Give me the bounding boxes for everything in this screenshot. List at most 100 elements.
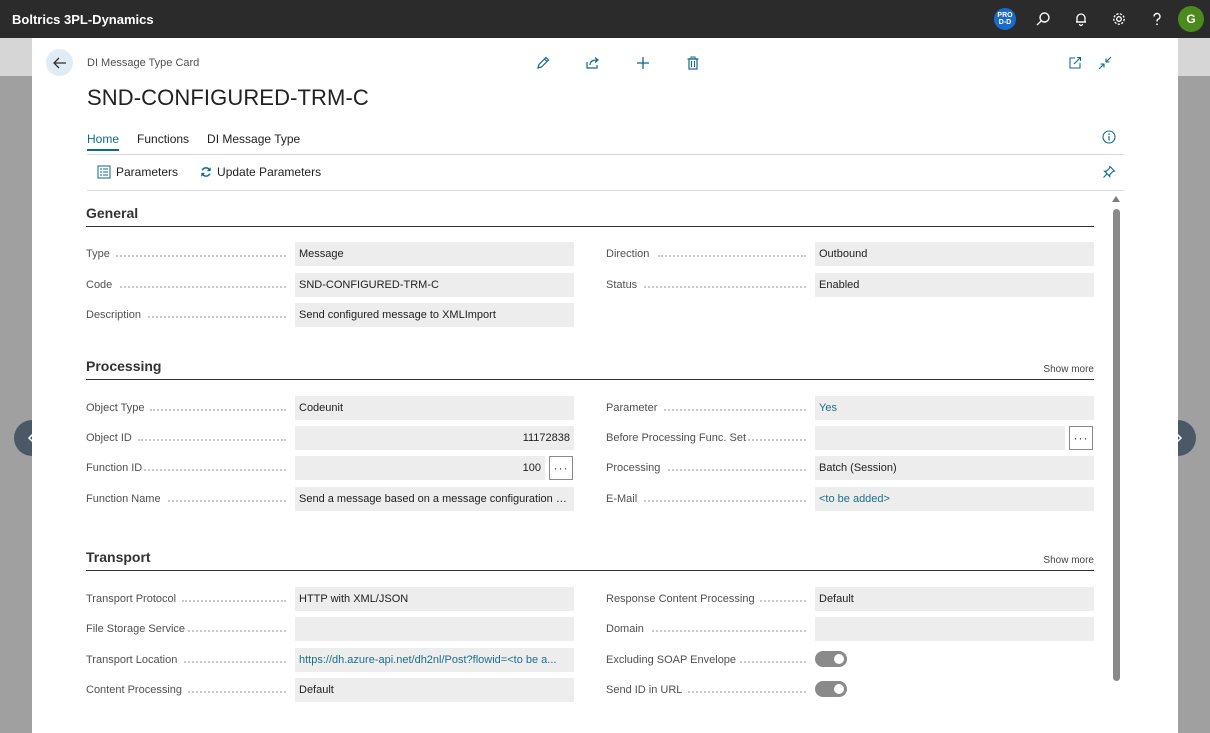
section-transport-title[interactable]: Transport [86,549,151,565]
refresh-icon [201,167,211,177]
dot-leader [740,661,806,663]
trash-icon [687,56,699,70]
scroll-up-arrow[interactable] [1112,196,1120,202]
field-label: Transport Location [86,654,178,666]
field-status: Status Enabled [606,273,1094,297]
edit-button[interactable] [518,52,568,74]
content-processing-value[interactable]: Default [295,678,574,702]
tab-di-message-type[interactable]: DI Message Type [207,132,300,151]
field-label: File Storage Service [86,623,186,635]
field-processing: Processing Batch (Session) [606,456,1094,480]
field-function-name: Function Name Send a message based on a … [86,487,574,511]
page-title: SND-CONFIGURED-TRM-C [87,85,369,110]
type-value[interactable]: Message [295,242,574,266]
field-label: Description [86,309,142,321]
dot-leader [664,409,806,411]
dot-leader [116,255,286,257]
transport-location-value[interactable]: https://dh.azure-api.net/dh2nl/Post?flow… [295,648,574,672]
dot-leader [760,600,806,602]
dot-leader [182,600,286,602]
update-parameters-label: Update Parameters [217,165,322,179]
bell-icon[interactable] [1062,0,1100,38]
tab-functions[interactable]: Functions [137,132,189,151]
field-content-processing: Content Processing Default [86,678,574,702]
section-general-title[interactable]: General [86,205,138,221]
description-value[interactable]: Send configured message to XMLImport [295,303,574,327]
dot-leader [150,409,286,411]
send-id-toggle[interactable] [815,681,847,697]
dot-leader [748,439,806,441]
share-button[interactable] [568,52,618,74]
tabs-divider [87,154,1124,155]
field-parameter: Parameter Yes [606,396,1094,420]
direction-value[interactable]: Outbound [815,242,1094,266]
environment-badge[interactable]: PRO D-D [986,0,1024,38]
search-icon[interactable] [1024,0,1062,38]
file-storage-value[interactable] [295,617,574,641]
field-label: Domain [606,623,644,635]
dot-leader [668,469,806,471]
field-label: Object ID [86,432,132,444]
field-send-id-in-url: Send ID in URL [606,678,1094,702]
status-value[interactable]: Enabled [815,273,1094,297]
field-transport-protocol: Transport Protocol HTTP with XML/JSON [86,587,574,611]
scrollbar-thumb[interactable] [1113,209,1120,681]
transport-protocol-value[interactable]: HTTP with XML/JSON [295,587,574,611]
parameters-action[interactable]: Parameters [97,165,178,179]
section-transport: Transport Show more [86,545,1094,571]
arrow-left-icon [52,57,66,68]
excluding-soap-toggle[interactable] [815,651,847,667]
field-label: Function ID [86,462,143,474]
collapse-button[interactable] [1090,54,1120,72]
transport-show-more[interactable]: Show more [1043,555,1094,566]
dot-leader [688,691,806,693]
function-name-value[interactable]: Send a message based on a message config… [295,487,574,511]
parameter-value[interactable]: Yes [815,396,1094,420]
field-label: Object Type [86,402,145,414]
before-processing-value[interactable] [815,426,1065,450]
back-button[interactable] [46,49,73,76]
dot-leader [188,691,286,693]
code-value[interactable]: SND-CONFIGURED-TRM-C [295,273,574,297]
field-object-id: Object ID 11172838 [86,426,574,450]
parameters-label: Parameters [116,165,179,179]
pin-icon[interactable] [1102,165,1116,182]
badge-line2: D-D [998,19,1012,26]
update-parameters-action[interactable]: Update Parameters [200,165,321,179]
processing-show-more[interactable]: Show more [1043,364,1094,375]
processing-value[interactable]: Batch (Session) [815,456,1094,480]
object-type-value[interactable]: Codeunit [295,396,574,420]
email-value[interactable]: <to be added> [815,487,1094,511]
dot-leader [144,469,286,471]
field-label: Type [86,248,110,260]
function-id-lookup-button[interactable]: ··· [549,456,573,480]
list-icon [97,165,111,179]
object-id-value[interactable]: 11172838 [295,426,574,450]
dot-leader [120,286,286,288]
function-id-value[interactable]: 100 [295,456,545,480]
response-content-value[interactable]: Default [815,587,1094,611]
gear-icon[interactable] [1100,0,1138,38]
info-icon[interactable] [1102,130,1116,147]
collapse-icon [1098,56,1112,70]
dot-leader [188,630,286,632]
help-icon[interactable] [1138,0,1176,38]
actionbar-divider [87,190,1124,191]
tab-home[interactable]: Home [87,132,120,151]
field-label: Parameter [606,402,658,414]
app-title[interactable]: Boltrics 3PL-Dynamics [12,12,154,27]
field-label: Code [86,279,113,291]
field-domain: Domain [606,617,1094,641]
delete-button[interactable] [668,52,718,74]
message-type-card: DI Message Type Card SND-CONFIGURED-TRM-… [32,38,1178,733]
open-new-window-button[interactable] [1060,54,1090,72]
before-processing-lookup-button[interactable]: ··· [1069,426,1093,450]
field-label: Before Processing Func. Set [606,432,747,444]
domain-value[interactable] [815,617,1094,641]
section-processing-title[interactable]: Processing [86,358,161,374]
field-code: Code SND-CONFIGURED-TRM-C [86,273,574,297]
new-button[interactable] [618,52,668,74]
dot-leader [168,500,286,502]
avatar[interactable]: G [1178,6,1204,32]
field-type: Type Message [86,242,574,266]
